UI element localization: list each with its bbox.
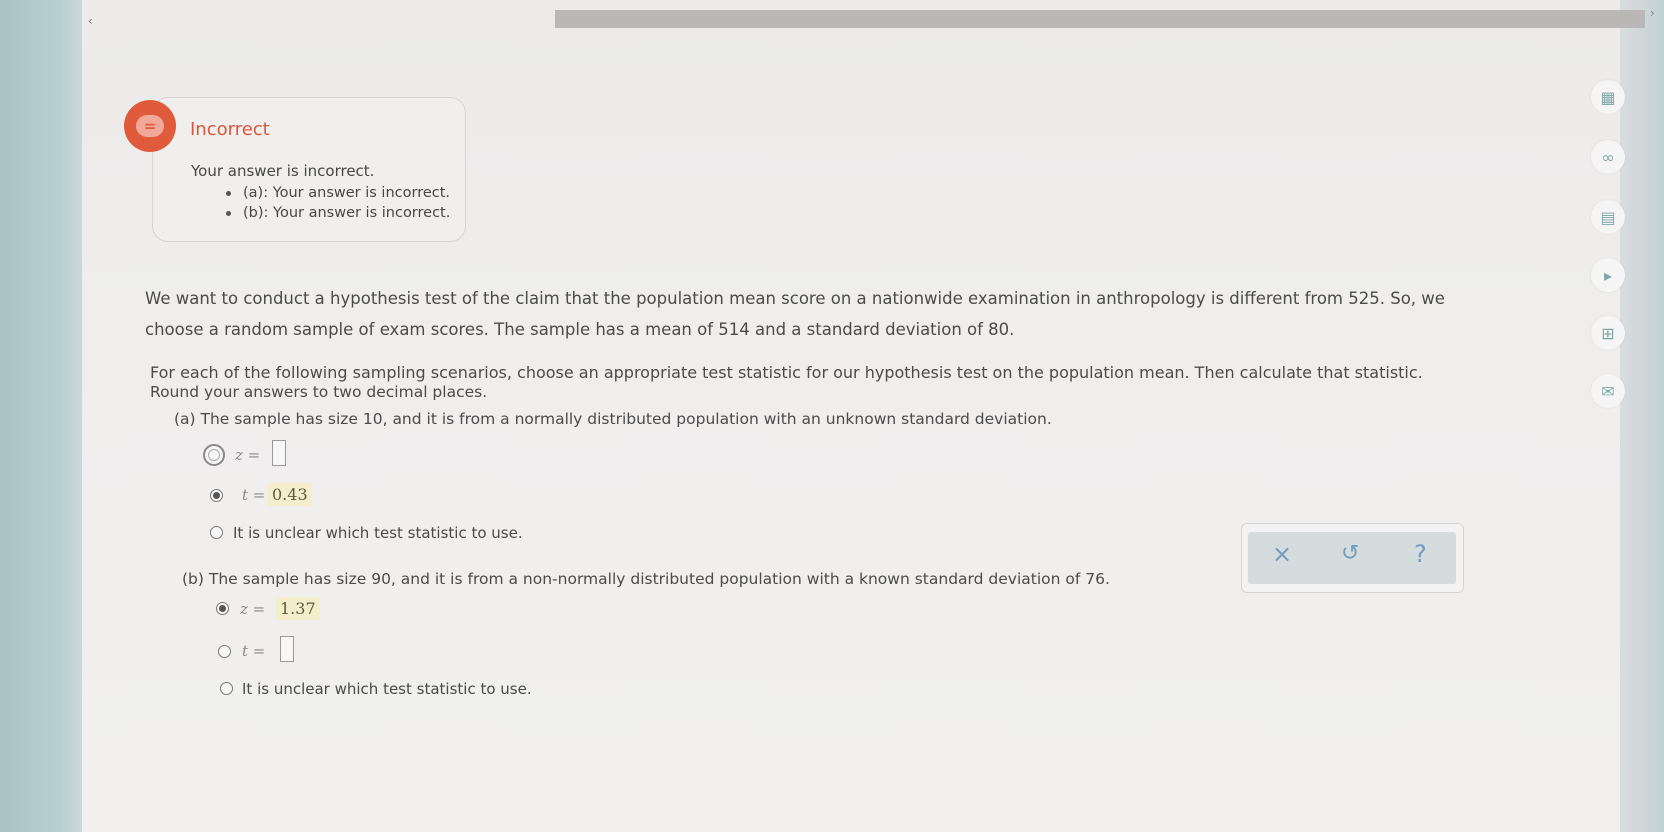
feedback-title: Incorrect: [190, 119, 270, 140]
part-b-t-input[interactable]: [280, 636, 294, 662]
infinity-icon[interactable]: ∞: [1591, 140, 1625, 174]
back-arrow-icon[interactable]: ‹: [88, 14, 93, 28]
instructions-line1: For each of the following sampling scena…: [150, 363, 1423, 382]
textbook-icon[interactable]: ▤: [1591, 200, 1625, 234]
part-a-t-label: t =: [242, 486, 266, 504]
part-a-z-radio[interactable]: [203, 444, 225, 466]
calculator-icon[interactable]: ▦: [1591, 80, 1625, 114]
part-a-t-radio[interactable]: [210, 489, 223, 502]
undo-button[interactable]: ↺: [1341, 541, 1359, 566]
top-progress-bar: [555, 10, 1645, 28]
part-b-t-label: t =: [242, 642, 266, 660]
question-intro-line2: choose a random sample of exam scores. T…: [145, 320, 1015, 339]
part-b-t-radio[interactable]: [218, 645, 231, 658]
clear-button[interactable]: ×: [1272, 540, 1292, 568]
part-a-prompt: (a) The sample has size 10, and it is fr…: [174, 410, 1052, 428]
part-a-unclear-radio[interactable]: [210, 526, 223, 539]
question-intro-line1: We want to conduct a hypothesis test of …: [145, 289, 1445, 308]
part-a-z-label: z =: [235, 446, 261, 464]
instructions-line2: Round your answers to two decimal places…: [150, 383, 488, 401]
data-table-icon[interactable]: ⊞: [1591, 316, 1625, 350]
part-b-z-radio[interactable]: [216, 602, 229, 615]
right-edge: [1620, 0, 1664, 832]
part-b-z-label: z =: [240, 600, 266, 618]
help-button[interactable]: ?: [1414, 540, 1427, 568]
part-a-unclear-label: It is unclear which test statistic to us…: [233, 524, 523, 542]
part-b-prompt: (b) The sample has size 90, and it is fr…: [182, 570, 1110, 588]
mail-icon[interactable]: ✉: [1591, 374, 1625, 408]
part-b-unclear-radio[interactable]: [220, 682, 233, 695]
feedback-item: (a): Your answer is incorrect.: [226, 185, 450, 201]
forward-arrow-icon[interactable]: ›: [1650, 6, 1655, 20]
feedback-message: Your answer is incorrect.: [191, 162, 375, 180]
part-b-unclear-label: It is unclear which test statistic to us…: [242, 680, 532, 698]
part-a-t-input[interactable]: 0.43: [268, 483, 312, 506]
part-a-z-input[interactable]: [272, 440, 286, 466]
feedback-item: (b): Your answer is incorrect.: [226, 205, 450, 221]
part-b-z-input[interactable]: 1.37: [276, 597, 320, 620]
incorrect-icon: =: [124, 100, 176, 152]
video-icon[interactable]: ▸: [1591, 258, 1625, 292]
